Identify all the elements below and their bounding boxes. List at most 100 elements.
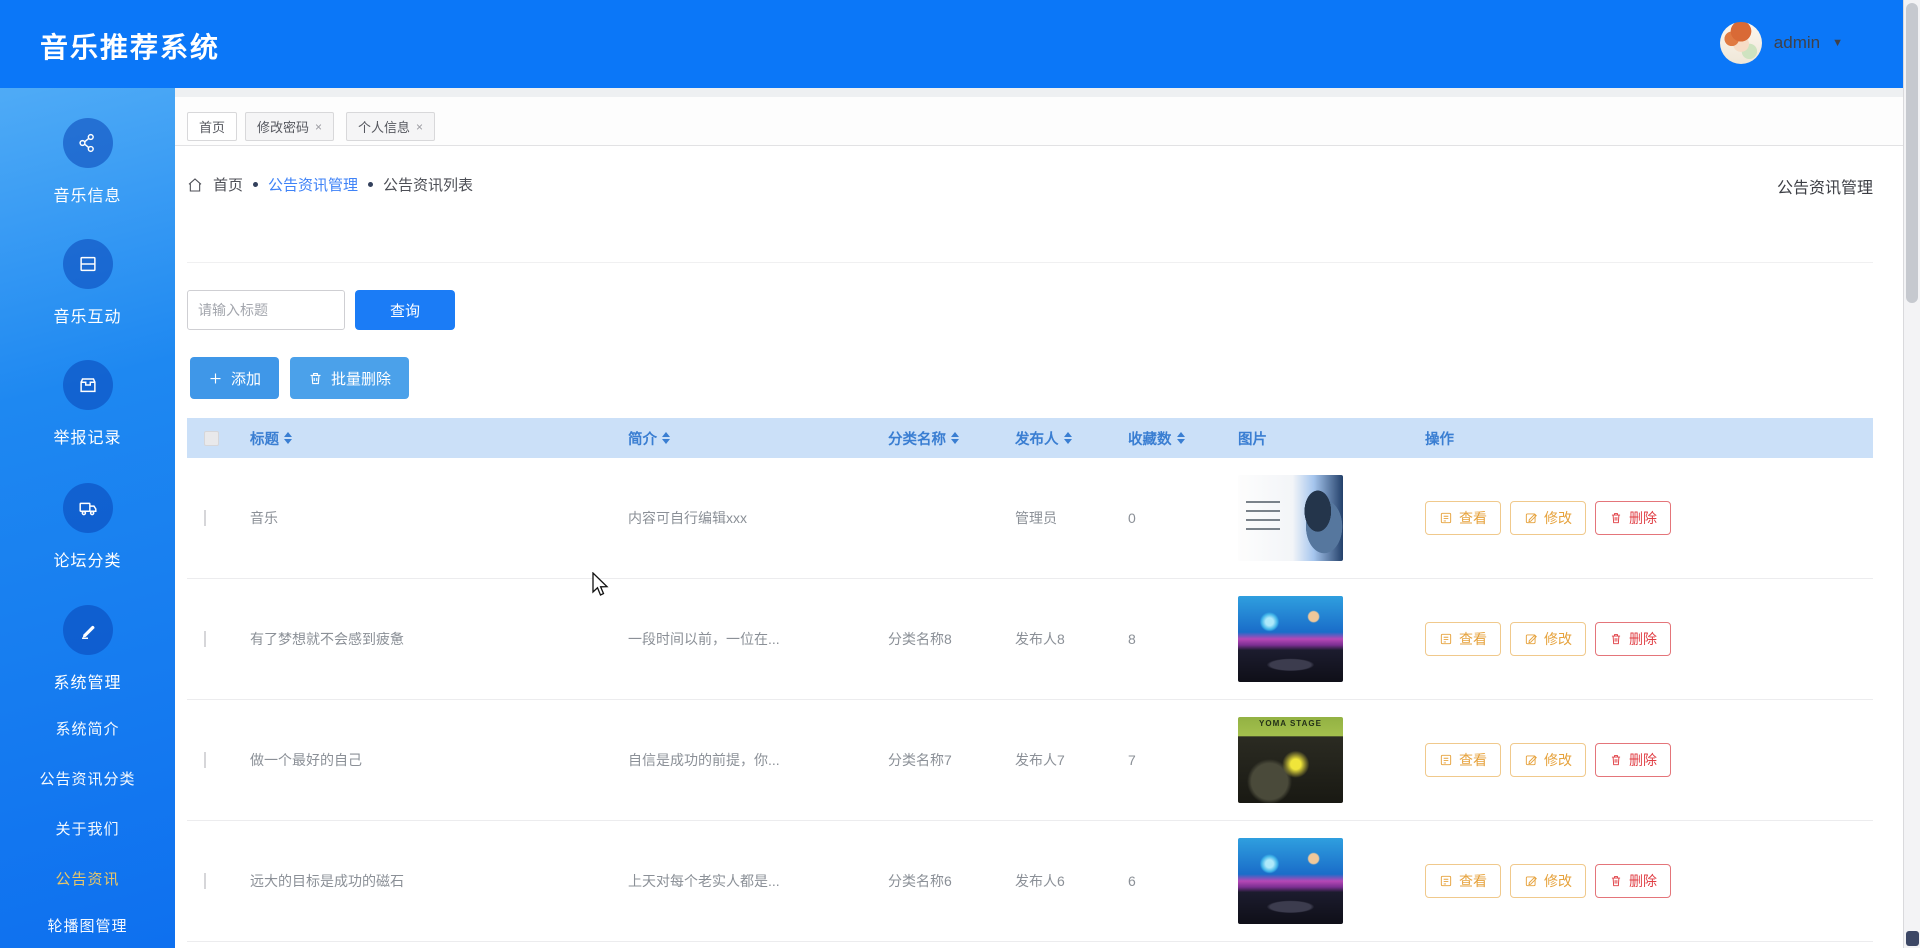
scrollbar[interactable] [1903, 0, 1920, 948]
tab-3[interactable]: 个人信息× [346, 112, 435, 141]
row-checkbox-cell [187, 631, 240, 647]
scrollbar-bottom-button[interactable] [1906, 931, 1919, 946]
sidebar-subitem-2[interactable]: 公告资讯分类 [0, 768, 175, 789]
row-checkbox[interactable] [204, 752, 206, 768]
table-row: 做个真正的学生 最坚强的人，是以宽容... 分类名称5 发布人5 5 ♪ 查看 … [187, 942, 1873, 948]
sidebar-subitem-1[interactable]: 系统简介 [0, 718, 175, 739]
sidebar-subitem-4[interactable]: 公告资讯 [0, 868, 175, 889]
row-thumbnail[interactable] [1238, 838, 1343, 924]
app-header: 音乐推荐系统 admin ▼ [0, 0, 1903, 88]
tab-close-icon[interactable]: × [315, 120, 322, 134]
edit-button[interactable]: 修改 [1510, 864, 1586, 898]
image-cell [1228, 596, 1415, 682]
delete-button[interactable]: 删除 [1595, 622, 1671, 656]
trash-icon [308, 371, 323, 386]
sidebar-item-1[interactable]: 音乐信息 [0, 118, 175, 206]
delete-button[interactable]: 删除 [1595, 743, 1671, 777]
row-thumbnail[interactable] [1238, 475, 1343, 561]
row-checkbox[interactable] [204, 631, 206, 647]
trash-icon [1609, 753, 1623, 767]
table-row: 有了梦想就不会感到疲惫 一段时间以前，一位在... 分类名称8 发布人8 8 查… [187, 579, 1873, 700]
breadcrumb-home[interactable]: 首页 [213, 174, 243, 195]
column-header-label: 分类名称 [888, 428, 946, 449]
actions-cell: 查看 修改 删除 [1415, 864, 1873, 898]
row-checkbox-cell [187, 510, 240, 526]
edit-button-label: 修改 [1544, 750, 1572, 770]
add-button-label: 添加 [231, 368, 261, 389]
view-button[interactable]: 查看 [1425, 743, 1501, 777]
delete-button-label: 删除 [1629, 629, 1657, 649]
column-header[interactable]: 简介 [618, 428, 878, 449]
scrollbar-thumb[interactable] [1906, 3, 1918, 303]
sidebar: 音乐信息 音乐互动 举报记录 论坛分类 系统管理系统简介公告资讯分类关于我们公告… [0, 88, 175, 948]
tab-1[interactable]: 首页 [187, 112, 237, 141]
user-menu[interactable]: admin ▼ [1720, 22, 1843, 64]
tab-close-icon[interactable]: × [416, 120, 423, 134]
content-card: 首页 公告资讯管理 公告资讯列表 公告资讯管理 查询 添加 [175, 146, 1903, 948]
column-header[interactable]: 分类名称 [878, 428, 1005, 449]
page: 音乐推荐系统 admin ▼ 音乐信息 音乐互动 举报记录 论坛分类 系统管理系… [0, 0, 1920, 948]
sidebar-item-label: 举报记录 [53, 424, 121, 448]
view-button[interactable]: 查看 [1425, 622, 1501, 656]
edit-button-label: 修改 [1544, 508, 1572, 528]
sort-icon[interactable] [662, 432, 670, 444]
edit-button[interactable]: 修改 [1510, 501, 1586, 535]
row-checkbox[interactable] [204, 510, 206, 526]
intro-cell: 上天对每个老实人都是... [618, 871, 878, 891]
row-thumbnail[interactable]: YOMA STAGE [1238, 717, 1343, 803]
actions-cell: 查看 修改 删除 [1415, 622, 1873, 656]
title-cell: 音乐 [240, 508, 618, 528]
add-button[interactable]: 添加 [190, 357, 279, 399]
sidebar-item-4[interactable]: 论坛分类 [0, 483, 175, 571]
edit-button[interactable]: 修改 [1510, 622, 1586, 656]
doc-icon [1439, 874, 1453, 888]
username: admin [1774, 33, 1820, 53]
delete-button-label: 删除 [1629, 871, 1657, 891]
row-thumbnail[interactable] [1238, 596, 1343, 682]
sidebar-icon-wrap [63, 118, 113, 168]
batch-delete-button-label: 批量删除 [331, 368, 391, 389]
edit-icon [1524, 632, 1538, 646]
delete-button[interactable]: 删除 [1595, 864, 1671, 898]
sort-icon[interactable] [951, 432, 959, 444]
view-button-label: 查看 [1459, 871, 1487, 891]
select-all-checkbox[interactable] [204, 431, 219, 446]
pencil-icon [77, 619, 99, 641]
sidebar-item-2[interactable]: 音乐互动 [0, 239, 175, 327]
view-button[interactable]: 查看 [1425, 864, 1501, 898]
breadcrumb-separator [253, 182, 258, 187]
home-icon [187, 177, 203, 193]
sort-icon[interactable] [284, 432, 292, 444]
sort-icon[interactable] [1064, 432, 1072, 444]
search-input[interactable] [187, 290, 345, 330]
table-header: 标题简介分类名称发布人收藏数图片操作 [187, 418, 1873, 458]
publisher-cell: 发布人8 [1005, 629, 1118, 649]
sidebar-subitem-5[interactable]: 轮播图管理 [0, 915, 175, 936]
sidebar-item-5[interactable]: 系统管理 [0, 605, 175, 693]
image-cell [1228, 838, 1415, 924]
avatar[interactable] [1720, 22, 1762, 64]
edit-button[interactable]: 修改 [1510, 743, 1586, 777]
query-button[interactable]: 查询 [355, 290, 455, 330]
delete-button[interactable]: 删除 [1595, 501, 1671, 535]
column-header[interactable]: 发布人 [1005, 428, 1118, 449]
intro-cell: 自信是成功的前提，你... [618, 750, 878, 770]
chevron-down-icon[interactable]: ▼ [1832, 37, 1843, 49]
box-icon [77, 374, 99, 396]
sidebar-item-3[interactable]: 举报记录 [0, 360, 175, 448]
tab-2[interactable]: 修改密码× [245, 112, 334, 141]
sort-icon[interactable] [1177, 432, 1185, 444]
doc-icon [1439, 511, 1453, 525]
column-header[interactable]: 标题 [240, 428, 618, 449]
sidebar-subitem-3[interactable]: 关于我们 [0, 818, 175, 839]
edit-icon [1524, 753, 1538, 767]
view-button[interactable]: 查看 [1425, 501, 1501, 535]
row-checkbox[interactable] [204, 873, 206, 889]
sidebar-item-label: 系统管理 [53, 669, 121, 693]
batch-delete-button[interactable]: 批量删除 [290, 357, 409, 399]
sidebar-item-label: 音乐互动 [53, 303, 121, 327]
share-icon [77, 132, 99, 154]
breadcrumb-section[interactable]: 公告资讯管理 [268, 174, 358, 195]
doc-icon [1439, 753, 1453, 767]
column-header[interactable]: 收藏数 [1118, 428, 1228, 449]
